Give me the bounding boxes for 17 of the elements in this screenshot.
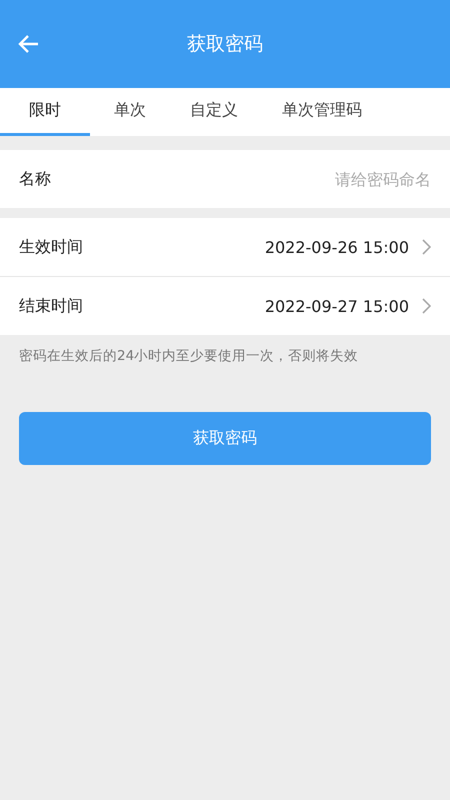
tab[interactable]: 单次 [94,88,166,136]
chevron-icon [421,298,431,314]
field-label: 生效时间 [19,236,83,258]
tab[interactable]: 单次管理码 [262,88,382,136]
tab[interactable]: 自定义 [170,88,258,136]
time-row[interactable]: 结束时间 2022-09-27 15:00 [0,276,450,335]
time-row[interactable]: 生效时间 2022-09-26 15:00 [0,218,450,276]
time-value: 2022-09-27 15:00 [264,296,409,316]
time-value: 2022-09-26 15:00 [264,238,409,256]
field-label: 名称 [0,150,61,208]
field-label: 结束时间 [19,296,83,316]
name-input[interactable]: 请给密码命名 [61,150,450,208]
back-arrow-icon[interactable] [17,34,39,54]
chevron-icon [421,239,431,255]
page-title: 获取密码 [187,32,263,57]
tab[interactable]: 限时 [0,88,90,136]
note-text: 密码在生效后的24小时内至少要使用一次，否则将失效 [18,347,360,365]
